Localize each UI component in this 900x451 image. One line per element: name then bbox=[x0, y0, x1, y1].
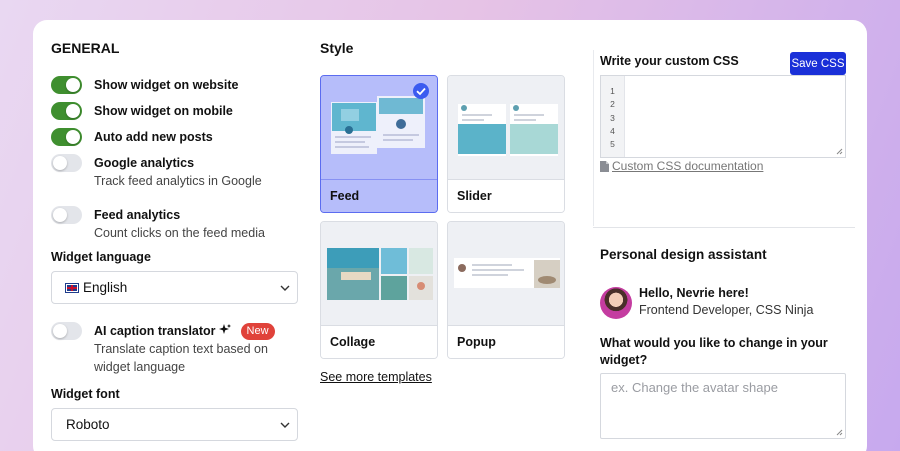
assistant-greeting: Hello, Nevrie here! bbox=[639, 286, 749, 300]
collage-thumbnail bbox=[321, 222, 437, 326]
slider-thumbnail bbox=[448, 76, 564, 180]
uk-flag-icon bbox=[65, 282, 79, 293]
document-icon bbox=[600, 160, 609, 172]
css-editor[interactable]: 1 2 3 4 5 bbox=[600, 75, 846, 158]
toggle-description: Track feed analytics in Google bbox=[94, 174, 262, 188]
template-label: Slider bbox=[448, 179, 564, 212]
toggle-feed-analytics[interactable] bbox=[51, 206, 82, 224]
doc-link-text: Custom CSS documentation bbox=[612, 159, 764, 173]
toggle-row-auto-add[interactable]: Auto add new posts bbox=[51, 128, 213, 146]
widget-language-label: Widget language bbox=[51, 250, 151, 264]
toggle-label: Show widget on website bbox=[94, 78, 239, 92]
assistant-avatar bbox=[600, 287, 632, 319]
toggle-label: Google analytics bbox=[94, 156, 195, 170]
toggle-ai-caption[interactable] bbox=[51, 322, 82, 340]
language-value: English bbox=[83, 280, 128, 295]
font-select[interactable]: Roboto bbox=[51, 408, 298, 441]
toggle-show-mobile[interactable] bbox=[51, 102, 82, 120]
popup-thumbnail bbox=[448, 222, 564, 326]
style-title: Style bbox=[320, 40, 354, 56]
template-card-popup[interactable]: Popup bbox=[447, 221, 565, 359]
toggle-label: Feed analytics bbox=[94, 208, 181, 222]
assistant-title: Personal design assistant bbox=[600, 247, 767, 262]
design-request-placeholder: ex. Change the avatar shape bbox=[611, 380, 778, 395]
assistant-question: What would you like to change in your wi… bbox=[600, 336, 828, 367]
toggle-auto-add[interactable] bbox=[51, 128, 82, 146]
sparkle-icon bbox=[219, 324, 232, 334]
toggle-row-show-mobile[interactable]: Show widget on mobile bbox=[51, 102, 233, 120]
template-card-collage[interactable]: Collage bbox=[320, 221, 438, 359]
toggle-row-show-website[interactable]: Show widget on website bbox=[51, 76, 238, 94]
toggle-label: Auto add new posts bbox=[94, 130, 213, 144]
toggle-google-analytics[interactable] bbox=[51, 154, 82, 172]
toggle-row-google-analytics[interactable]: Google analytics Track feed analytics in… bbox=[51, 154, 262, 190]
assistant-role: Frontend Developer, CSS Ninja bbox=[639, 303, 814, 317]
widget-font-label: Widget font bbox=[51, 387, 120, 401]
column-divider bbox=[593, 50, 594, 226]
resize-handle-icon[interactable] bbox=[836, 148, 843, 155]
toggle-row-ai-caption[interactable]: AI caption translator New Translate capt… bbox=[51, 322, 275, 376]
settings-panel: GENERAL Show widget on website Show widg… bbox=[33, 20, 867, 451]
toggle-row-feed-analytics[interactable]: Feed analytics Count clicks on the feed … bbox=[51, 206, 265, 242]
toggle-show-website[interactable] bbox=[51, 76, 82, 94]
see-more-templates-link[interactable]: See more templates bbox=[320, 370, 432, 384]
resize-handle-icon[interactable] bbox=[836, 429, 843, 436]
language-select[interactable]: English bbox=[51, 271, 298, 304]
template-label: Popup bbox=[448, 325, 564, 358]
line-numbers: 1 2 3 4 5 bbox=[601, 76, 625, 157]
toggle-label: Show widget on mobile bbox=[94, 104, 233, 118]
design-request-input[interactable]: ex. Change the avatar shape bbox=[600, 373, 846, 439]
template-card-feed[interactable]: Feed bbox=[320, 75, 438, 213]
general-title: GENERAL bbox=[51, 40, 120, 56]
ai-caption-desc-1: Translate caption text based on bbox=[94, 342, 268, 356]
toggle-description: Count clicks on the feed media bbox=[94, 226, 265, 240]
section-divider bbox=[593, 227, 855, 228]
new-badge: New bbox=[240, 323, 275, 340]
ai-caption-label: AI caption translator bbox=[94, 324, 216, 338]
custom-css-title: Write your custom CSS bbox=[600, 54, 739, 68]
chevron-down-icon bbox=[280, 422, 290, 428]
template-label: Collage bbox=[321, 325, 437, 358]
ai-caption-desc-2: widget language bbox=[94, 360, 186, 374]
font-value: Roboto bbox=[66, 417, 110, 432]
chevron-down-icon bbox=[280, 285, 290, 291]
selected-check-icon bbox=[413, 83, 429, 99]
css-documentation-link[interactable]: Custom CSS documentation bbox=[600, 159, 763, 173]
template-card-slider[interactable]: Slider bbox=[447, 75, 565, 213]
save-css-button[interactable]: Save CSS bbox=[790, 52, 846, 75]
template-label: Feed bbox=[321, 179, 437, 212]
